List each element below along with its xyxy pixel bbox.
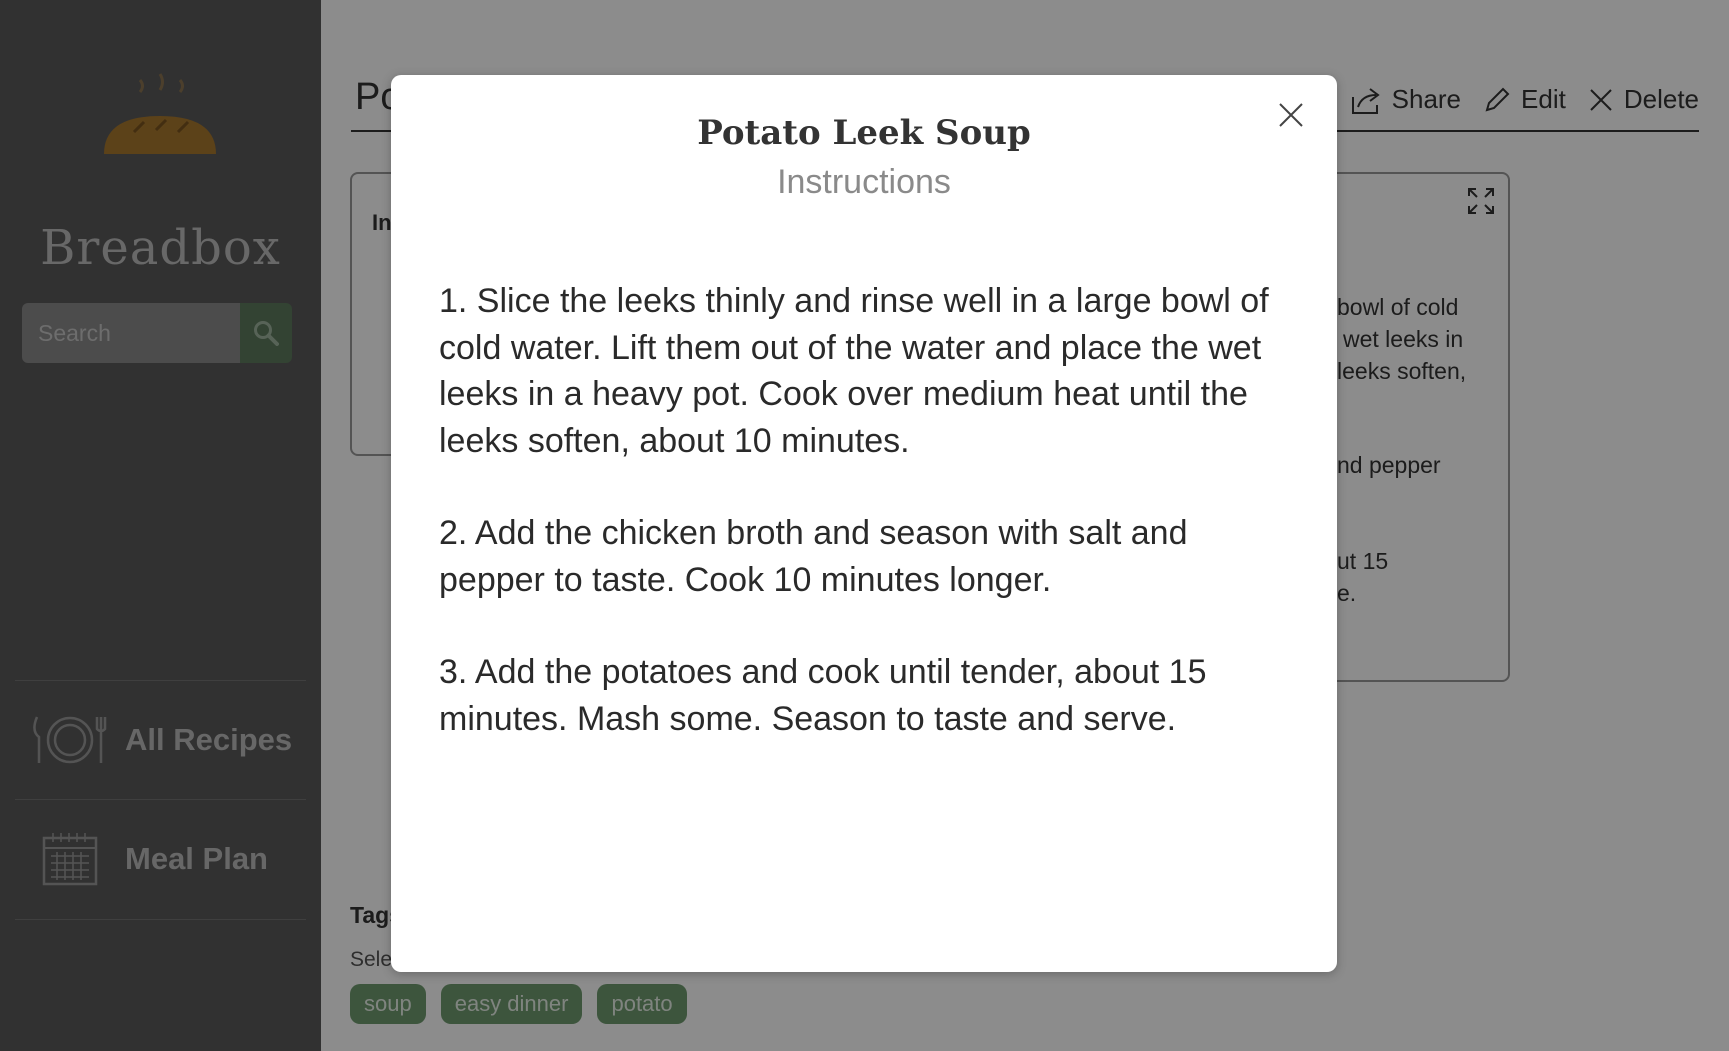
- modal-title: Potato Leek Soup: [697, 113, 1031, 153]
- instruction-step: 1. Slice the leeks thinly and rinse well…: [439, 282, 1269, 460]
- instruction-step: 2. Add the chicken broth and season with…: [439, 514, 1188, 599]
- instruction-step: 3. Add the potatoes and cook until tende…: [439, 653, 1207, 738]
- instructions-list: 1. Slice the leeks thinly and rinse well…: [439, 278, 1299, 788]
- modal-subtitle: Instructions: [777, 163, 951, 201]
- app-root: Breadbox All Recipes: [0, 0, 1729, 1051]
- instructions-modal: Potato Leek Soup Instructions 1. Slice t…: [391, 75, 1337, 972]
